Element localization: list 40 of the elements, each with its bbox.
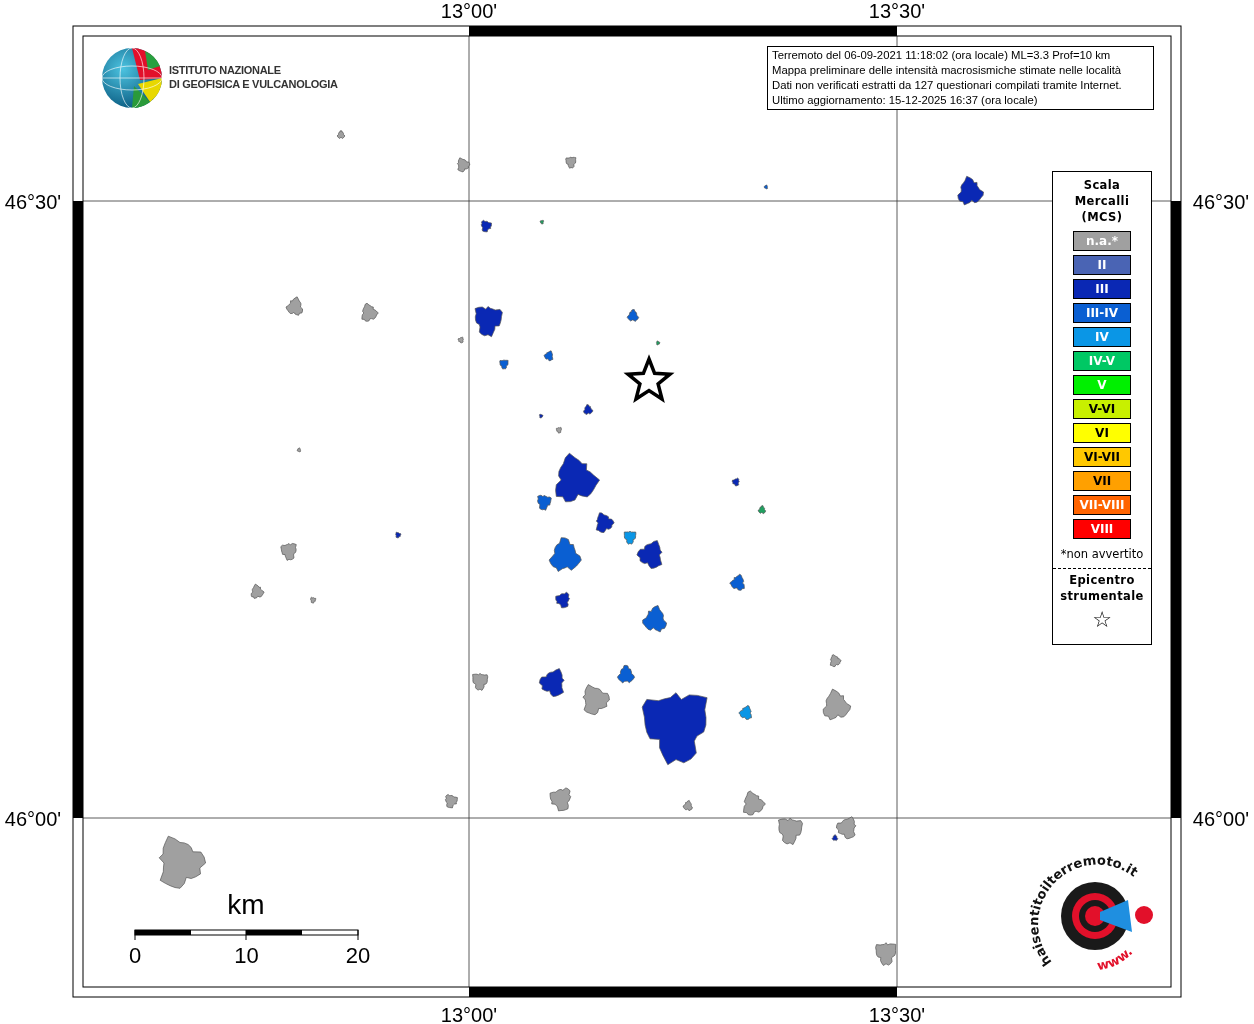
intensity-swatch: VIII [1073,519,1131,539]
longitude-label: 13°00' [440,1004,498,1024]
longitude-label: 13°00' [440,0,498,22]
info-line: Ultimo aggiornamento: 15-12-2025 16:37 (ora locale) [772,93,1039,108]
intensity-swatch: IV [1073,327,1131,347]
intensity-swatch: n.a.* [1073,231,1131,251]
longitude-label: 13°30' [868,0,926,22]
latitude-label: 46°30' [1192,191,1250,213]
scale-tick-label: 20 [345,943,371,968]
epicentre-star-icon [623,354,675,403]
intensity-swatch: IV-V [1073,351,1131,371]
epicentre-label: strumentale [1060,588,1144,604]
latitude-label: 46°00' [4,808,62,830]
intensity-swatch: III-IV [1073,303,1131,323]
info-line: Dati non verificati estratti da 127 questionari compilati tramite Internet. [772,78,1123,93]
scale-tick-label: 10 [234,943,259,968]
institute-name: ISTITUTO NAZIONALE [169,64,281,76]
intensity-swatch: II [1073,255,1131,275]
institute-name: DI GEOFISICA E VULCANOLOGIA [169,78,338,90]
info-line: Terremoto del 06-09-2021 11:18:02 (ora locale) ML=3.3 Prof=10 km [772,48,1112,63]
intensity-swatch: VI-VII [1073,447,1131,467]
intensity-swatch: VII [1073,471,1131,491]
intensity-swatch: V [1073,375,1131,395]
latitude-label: 46°00' [1192,808,1250,830]
info-line: Mappa preliminare delle intensità macrosismiche stimate nelle località [772,63,1123,78]
legend-footnote: *non avvertito [1060,547,1144,561]
legend-title: (MCS) [1081,209,1123,225]
globe-logo-icon [101,47,163,109]
intensity-swatch: V-VI [1073,399,1131,419]
epicentre-label: Epicentro [1069,572,1135,588]
intensity-swatch: III [1073,279,1131,299]
intensity-swatch: VI [1073,423,1131,443]
latitude-label: 46°30' [4,191,62,213]
longitude-label: 13°30' [868,1004,926,1024]
scale-unit: km [227,889,265,920]
epicentre-symbol: ☆ [1092,607,1112,632]
legend-title: Mercalli [1074,193,1130,209]
legend-title: Scala [1083,177,1121,193]
intensity-swatch: VII-VIII [1073,495,1131,515]
scale-tick-label: 0 [128,943,142,968]
